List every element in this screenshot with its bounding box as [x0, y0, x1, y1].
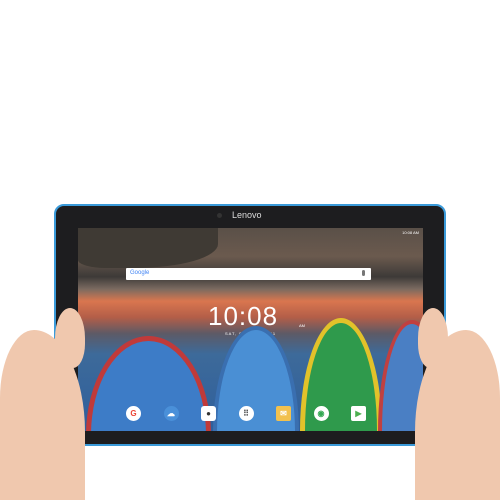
left-thumb — [55, 308, 85, 368]
mic-icon[interactable] — [362, 270, 365, 276]
status-time: 10:08 AM — [402, 230, 419, 235]
chrome-icon[interactable]: ◉ — [313, 406, 329, 421]
apps-icon[interactable]: ⠿ — [238, 406, 254, 421]
camera-lens — [217, 213, 222, 218]
brand-logo: Lenovo — [232, 210, 262, 220]
clock-ampm: AM — [299, 323, 305, 328]
camera-icon[interactable]: ● — [201, 406, 216, 421]
play-store-icon[interactable]: ▶ — [351, 406, 366, 421]
google-search-bar[interactable]: Google — [126, 268, 371, 280]
email-icon[interactable]: ✉ — [276, 406, 291, 421]
right-thumb — [418, 308, 448, 368]
search-label: Google — [130, 270, 150, 276]
home-screen: 10:08 AM Google 10:08 AM SAT, DEC 24, 20… — [78, 228, 423, 431]
wallpaper-hill — [78, 228, 218, 268]
google-icon[interactable]: G — [126, 406, 141, 421]
app-dock: G ☁ ● ⠿ ✉ ◉ ▶ — [126, 406, 366, 422]
clock[interactable]: 10:08 — [208, 301, 278, 332]
cloud-icon[interactable]: ☁ — [163, 406, 179, 421]
